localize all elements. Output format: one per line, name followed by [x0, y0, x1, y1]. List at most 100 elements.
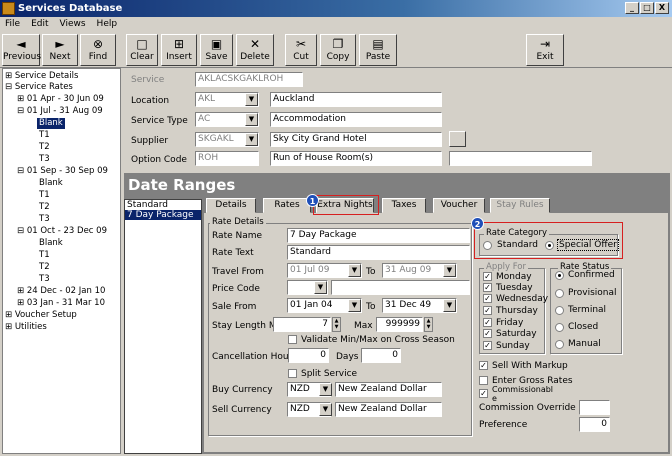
cancel-hours-field[interactable]: 0: [288, 348, 329, 363]
tree-range-6[interactable]: ⊞ 03 Jan - 31 Mar 10: [17, 298, 105, 309]
option-name-field[interactable]: Run of House Room(s): [270, 151, 442, 166]
commission-override-field[interactable]: [579, 400, 610, 415]
tree-item-t1[interactable]: T1: [39, 130, 50, 141]
status-confirmed-radio[interactable]: [555, 271, 564, 280]
buy-currency-name[interactable]: New Zealand Dollar: [335, 382, 442, 397]
maximize-button[interactable]: □: [640, 2, 654, 14]
menu-file[interactable]: File: [5, 19, 20, 29]
minimize-button[interactable]: _: [625, 2, 639, 14]
tab-details[interactable]: Details: [206, 198, 256, 213]
exit-label: Exit: [536, 52, 554, 62]
tree-range-2[interactable]: ⊟ 01 Jul - 31 Aug 09: [17, 106, 103, 117]
tree-service-details[interactable]: ⊞ Service Details: [5, 71, 78, 82]
tree-item-blank-selected[interactable]: Blank: [37, 118, 65, 129]
menu-help[interactable]: Help: [97, 19, 118, 29]
tree-service-rates[interactable]: ⊟ Service Rates: [5, 82, 73, 93]
tuesday-checkbox[interactable]: ✓: [483, 283, 492, 292]
status-manual-radio[interactable]: [555, 340, 564, 349]
tree-item-t3[interactable]: T3: [39, 274, 50, 285]
location-dropdown-icon[interactable]: ▼: [245, 93, 258, 106]
price-code-dropdown-icon[interactable]: ▼: [314, 281, 327, 294]
tab-stay-rules[interactable]: Stay Rules: [490, 198, 550, 213]
type-name-field[interactable]: Accommodation: [270, 112, 442, 127]
rate-name-field[interactable]: 7 Day Package: [287, 228, 470, 243]
sale-from-dropdown-icon[interactable]: ▼: [348, 299, 361, 312]
paste-button[interactable]: ▤ Paste: [359, 34, 397, 66]
commissionable-checkbox[interactable]: ✓: [479, 389, 488, 398]
next-button[interactable]: ► Next: [42, 34, 78, 66]
type-dropdown-icon[interactable]: ▼: [245, 113, 258, 126]
service-code-field[interactable]: AKLACSKGAKLROH: [195, 72, 303, 87]
travel-from-dropdown-icon[interactable]: ▼: [348, 264, 361, 277]
tree-item-t1[interactable]: T1: [39, 250, 50, 261]
delete-button[interactable]: ✕ Delete: [236, 34, 274, 66]
validate-checkbox[interactable]: [288, 335, 297, 344]
stay-min-spinner-icon[interactable]: ▲ ▼: [332, 317, 341, 332]
sell-currency-name[interactable]: New Zealand Dollar: [335, 402, 442, 417]
tree-utilities[interactable]: ⊞ Utilities: [5, 322, 47, 333]
split-service-checkbox[interactable]: [288, 369, 297, 378]
status-provisional-radio[interactable]: [555, 289, 564, 298]
price-code-desc-field[interactable]: [331, 280, 470, 295]
cut-button[interactable]: ✂ Cut: [285, 34, 317, 66]
buy-currency-dropdown-icon[interactable]: ▼: [319, 383, 332, 396]
exit-button[interactable]: ⇥ Exit: [526, 34, 564, 66]
rate-list-item-selected[interactable]: 7 Day Package: [125, 210, 201, 220]
tree-range-1[interactable]: ⊞ 01 Apr - 30 Jun 09: [17, 94, 104, 105]
gross-rates-checkbox[interactable]: [479, 376, 488, 385]
preference-field[interactable]: 0: [579, 417, 610, 432]
tree-item-t2[interactable]: T2: [39, 202, 50, 213]
stay-max-field[interactable]: 999999: [376, 317, 423, 332]
location-name-field[interactable]: Auckland: [270, 92, 442, 107]
clear-button[interactable]: □ Clear: [126, 34, 158, 66]
split-service-label: Split Service: [301, 369, 358, 379]
tree-range-5[interactable]: ⊞ 24 Dec - 02 Jan 10: [17, 286, 105, 297]
status-terminal-radio[interactable]: [555, 306, 564, 315]
tree-voucher-setup[interactable]: ⊞ Voucher Setup: [5, 310, 77, 321]
monday-checkbox[interactable]: ✓: [483, 272, 492, 281]
tree-item-t1[interactable]: T1: [39, 190, 50, 201]
close-button[interactable]: X: [655, 2, 669, 14]
stay-min-field[interactable]: 7: [273, 317, 331, 332]
tree-item-t3[interactable]: T3: [39, 214, 50, 225]
tab-voucher[interactable]: Voucher: [433, 198, 485, 213]
friday-checkbox[interactable]: ✓: [483, 318, 492, 327]
tree-item-t2[interactable]: T2: [39, 262, 50, 273]
rate-text-field[interactable]: Standard: [287, 245, 470, 260]
saturday-checkbox[interactable]: ✓: [483, 329, 492, 338]
menu-views[interactable]: Views: [60, 19, 86, 29]
tree-item-t2[interactable]: T2: [39, 142, 50, 153]
tab-rates[interactable]: Rates: [263, 198, 311, 213]
menu-edit[interactable]: Edit: [31, 19, 48, 29]
tree-item-blank[interactable]: Blank: [39, 238, 63, 249]
tree-range-3[interactable]: ⊟ 01 Sep - 30 Sep 09: [17, 166, 108, 177]
sell-markup-checkbox[interactable]: ✓: [479, 361, 488, 370]
insert-button[interactable]: ⊞ Insert: [161, 34, 197, 66]
status-closed-radio[interactable]: [555, 323, 564, 332]
tree-item-t3[interactable]: T3: [39, 154, 50, 165]
supplier-lookup-button[interactable]: [449, 131, 466, 147]
clear-icon: □: [136, 37, 148, 51]
tree-range-4[interactable]: ⊟ 01 Oct - 23 Dec 09: [17, 226, 107, 237]
rate-name-label: Rate Name: [212, 231, 263, 241]
tab-taxes[interactable]: Taxes: [382, 198, 426, 213]
copy-button[interactable]: ❐ Copy: [320, 34, 356, 66]
option-code-field[interactable]: ROH: [195, 151, 259, 166]
tree-item-blank[interactable]: Blank: [39, 178, 63, 189]
sale-to-dropdown-icon[interactable]: ▼: [443, 299, 456, 312]
travel-to-dropdown-icon[interactable]: ▼: [443, 264, 456, 277]
stay-max-spinner-icon[interactable]: ▲ ▼: [424, 317, 433, 332]
previous-button[interactable]: ◄ Previous: [2, 34, 41, 66]
cancel-days-field[interactable]: 0: [361, 348, 401, 363]
save-button[interactable]: ▣ Save: [200, 34, 233, 66]
wednesday-checkbox[interactable]: ✓: [483, 294, 492, 303]
supplier-dropdown-icon[interactable]: ▼: [245, 133, 258, 146]
option-extra-field[interactable]: [449, 151, 592, 166]
sell-currency-dropdown-icon[interactable]: ▼: [319, 403, 332, 416]
sunday-checkbox[interactable]: ✓: [483, 341, 492, 350]
thursday-checkbox[interactable]: ✓: [483, 306, 492, 315]
cut-label: Cut: [293, 52, 309, 62]
supplier-name-field[interactable]: Sky City Grand Hotel: [270, 132, 442, 147]
find-button[interactable]: ⊗ Find: [80, 34, 116, 66]
rate-list-item[interactable]: Standard: [125, 200, 201, 210]
